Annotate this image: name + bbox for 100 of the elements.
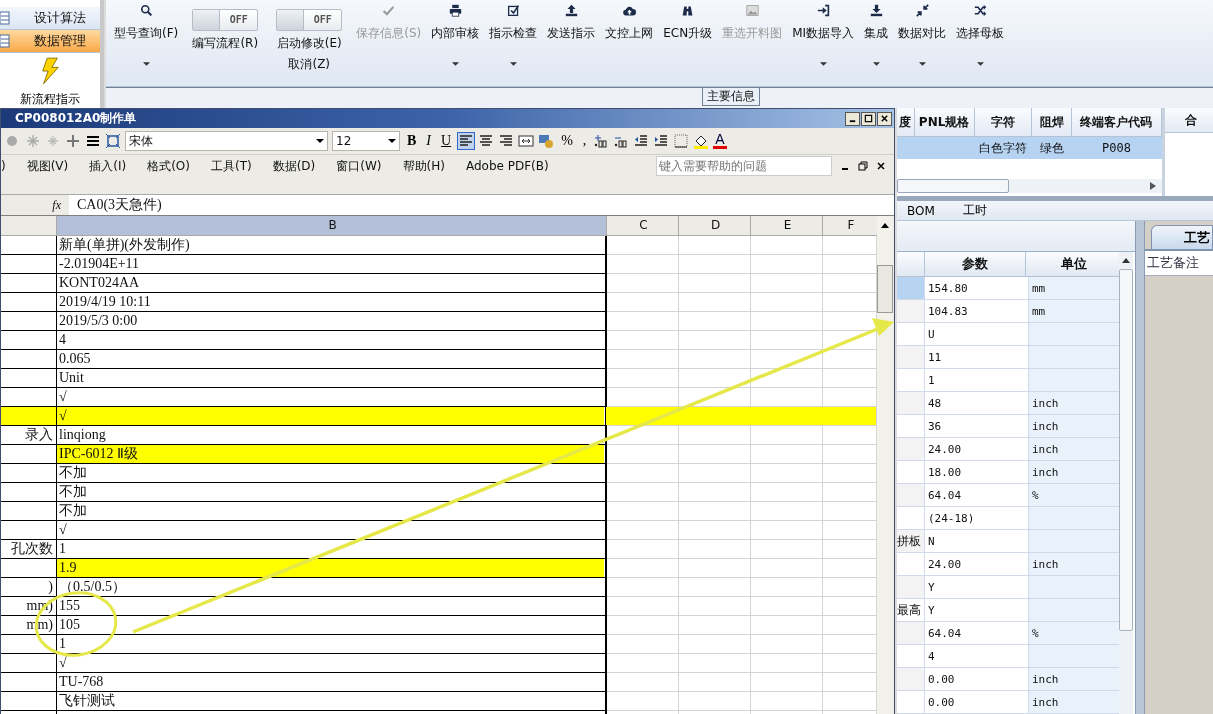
menu-item[interactable]: 视图(V) (16, 157, 80, 175)
indent-increase-icon[interactable] (653, 133, 670, 149)
align-center-icon[interactable] (478, 133, 495, 149)
vertical-scrollbar[interactable] (877, 216, 893, 714)
splitter-handle[interactable] (1135, 221, 1145, 714)
lightning-icon (39, 57, 61, 85)
table-row[interactable]: 最高 Y (897, 599, 1119, 622)
menu-item[interactable]: ) (1, 159, 17, 173)
table-row[interactable]: 拼板 N (897, 530, 1119, 553)
menu-item[interactable]: 插入(I) (79, 157, 138, 175)
tab[interactable]: BOM (903, 203, 939, 218)
fill-color-icon[interactable] (693, 133, 710, 149)
ribbon-button[interactable]: 内部审核 (427, 0, 484, 66)
column-header[interactable]: 阻焊 (1032, 108, 1072, 137)
font-dropdown[interactable]: 宋体 (125, 131, 328, 151)
menu-item[interactable]: 工具(T) (201, 157, 263, 175)
table-row[interactable]: 24.00 inch (897, 438, 1119, 461)
table-row[interactable]: (24-18) (897, 507, 1119, 530)
ribbon-button[interactable]: 集成 (860, 0, 893, 66)
menu-item[interactable]: 帮助(H) (392, 157, 456, 175)
decimal-increase-icon[interactable] (593, 133, 610, 149)
horizontal-scrollbar[interactable] (897, 179, 1162, 194)
font-color-button[interactable]: A (713, 133, 727, 149)
table-row[interactable]: Y (897, 576, 1119, 599)
ribbon-button[interactable]: 数据对比 (894, 0, 951, 66)
table-row[interactable]: 48 inch (897, 392, 1119, 415)
grid-row[interactable]: 白色字符 绿色 P008 (897, 137, 1162, 159)
menu-item[interactable]: 窗口(W) (326, 157, 393, 175)
ribbon-button[interactable]: 文控上网 (601, 0, 658, 42)
ribbon-button[interactable]: 选择母板 (952, 0, 1009, 66)
sidebar-item[interactable]: 设计算法 (0, 7, 100, 30)
table-row[interactable]: 154.80 mm (897, 277, 1119, 300)
table-row[interactable]: U (897, 323, 1119, 346)
table-row[interactable]: 11 (897, 346, 1119, 369)
format-button[interactable]: U (438, 133, 455, 149)
tab[interactable]: 工艺 (1151, 225, 1213, 249)
column-header[interactable]: 度 (897, 108, 915, 137)
scroll-thumb[interactable] (1119, 269, 1133, 631)
vertical-scrollbar[interactable] (1119, 252, 1133, 714)
resize-icon[interactable] (105, 133, 121, 149)
menu-item[interactable]: Adobe PDF(B) (455, 159, 560, 173)
lines-icon[interactable] (85, 133, 101, 149)
table-row[interactable]: 104.83 mm (897, 300, 1119, 323)
indent-decrease-icon[interactable] (633, 133, 650, 149)
menu-item[interactable]: 数据(D) (262, 157, 327, 175)
highlighted-cell (1, 407, 56, 425)
scroll-thumb[interactable] (877, 265, 893, 313)
format-button[interactable]: % (558, 133, 576, 149)
column-header[interactable]: C (607, 216, 679, 236)
caret-icon (976, 62, 984, 66)
table-cell: 104.83 (924, 300, 1028, 322)
column-header[interactable]: D (679, 216, 751, 236)
column-header[interactable]: PNL规格 (914, 108, 975, 137)
minimize-button[interactable] (845, 111, 860, 126)
table-cell-text: 新单(单拼)(外发制作) (58, 236, 191, 254)
formula-field[interactable]: CA0(3天急件) (69, 195, 894, 215)
ribbon-button[interactable]: 型号查询(F) (110, 0, 183, 66)
merge-cells-icon[interactable] (518, 133, 535, 149)
menu-item[interactable]: 格式(O) (137, 157, 201, 175)
toggle-switch[interactable]: OFF (192, 9, 259, 31)
table-row[interactable]: 1 (897, 369, 1119, 392)
table-cell: Y (924, 576, 1028, 598)
column-header[interactable]: 终端客户代码 (1071, 108, 1162, 137)
switch-state: OFF (228, 13, 249, 27)
table-row[interactable]: 24.00 inch (897, 553, 1119, 576)
column-header[interactable]: 字符 (974, 108, 1033, 137)
ribbon-button[interactable]: 发送指示 (543, 0, 600, 42)
format-button[interactable]: I (423, 133, 434, 149)
table-row[interactable]: 0.00 inch (897, 668, 1119, 691)
maximize-button[interactable] (861, 111, 876, 126)
table-row[interactable]: 36 inch (897, 415, 1119, 438)
toggle-switch[interactable]: OFF (276, 9, 343, 31)
ribbon-button[interactable]: 指示检查 (485, 0, 542, 66)
currency-icon[interactable] (538, 133, 555, 149)
scroll-thumb[interactable] (897, 179, 1009, 194)
column-header[interactable]: 参数 (924, 252, 1025, 276)
ribbon-button[interactable]: ECN升级 (659, 0, 717, 42)
help-search-field[interactable]: 键入需要帮助的问题 (656, 156, 832, 176)
borders-icon[interactable] (673, 133, 690, 149)
table-row[interactable]: 4 (897, 645, 1119, 668)
table-row[interactable]: 18.00 inch (897, 461, 1119, 484)
format-button[interactable]: , (579, 133, 590, 149)
font-size-dropdown[interactable]: 12 (332, 131, 400, 151)
column-header[interactable]: E (751, 216, 823, 236)
ribbon-button[interactable]: MI数据导入 (788, 0, 859, 66)
table-row[interactable]: 0.00 inch (897, 691, 1119, 714)
tab[interactable]: 工时 (958, 202, 991, 220)
column-header[interactable]: F (823, 216, 878, 236)
format-button[interactable]: B (404, 133, 420, 149)
download-icon (869, 4, 883, 17)
table-row[interactable]: 64.04 % (897, 622, 1119, 645)
sidebar-item[interactable]: 数据管理 (0, 30, 100, 53)
column-header[interactable]: B (57, 216, 607, 236)
table-row[interactable]: 64.04 % (897, 484, 1119, 507)
align-right-icon[interactable] (498, 133, 515, 149)
close-button[interactable] (877, 111, 892, 126)
close-icon[interactable] (876, 161, 886, 171)
restore-icon[interactable] (858, 161, 868, 171)
align-left-icon[interactable] (458, 133, 475, 149)
cross-icon[interactable] (65, 133, 81, 149)
